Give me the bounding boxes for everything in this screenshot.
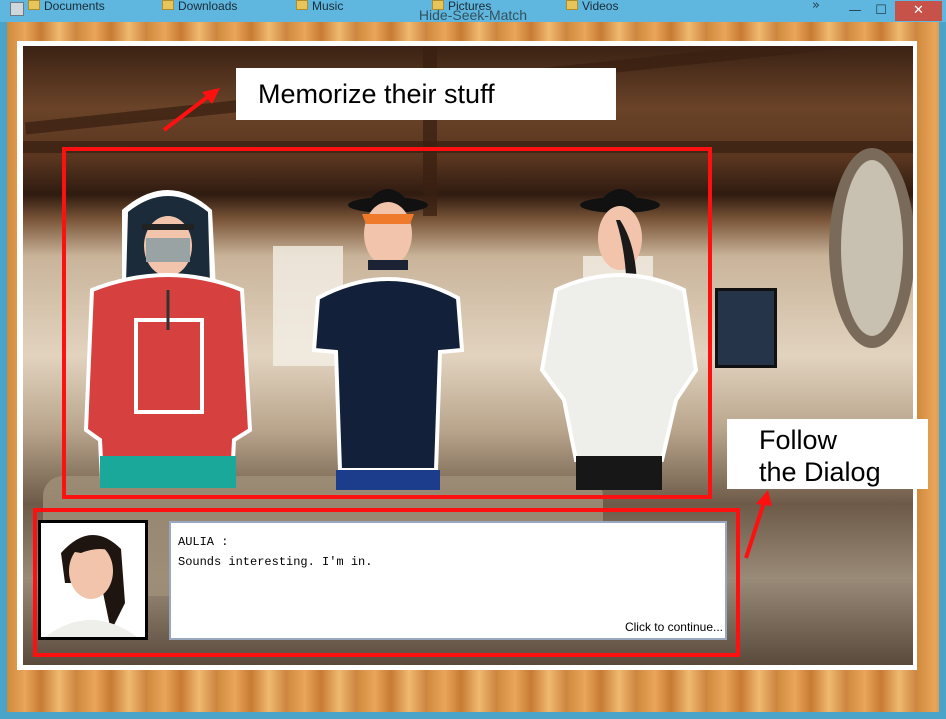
speaker-name: AULIA : bbox=[178, 535, 229, 549]
speaker-portrait bbox=[38, 520, 148, 640]
window-bottom-border bbox=[0, 712, 946, 719]
portrait-avatar bbox=[41, 523, 145, 637]
memorize-label: Memorize their stuff bbox=[236, 68, 616, 120]
minimize-button[interactable]: — bbox=[842, 1, 868, 21]
follow-text-line2: the Dialog bbox=[759, 457, 881, 487]
maximize-button[interactable]: ☐ bbox=[868, 1, 894, 21]
window-title: Hide-Seek-Match bbox=[418, 7, 528, 23]
title-bar: Documents Downloads Music Pictures Video… bbox=[0, 0, 946, 23]
characters-highlight bbox=[62, 147, 712, 499]
dialog-box[interactable]: AULIA : Sounds interesting. I'm in. Clic… bbox=[169, 521, 727, 640]
follow-dialog-label: Follow the Dialog bbox=[727, 419, 928, 489]
round-mirror bbox=[829, 148, 913, 348]
arrow-icon bbox=[744, 490, 772, 559]
arrow-icon bbox=[162, 88, 220, 132]
memorize-text: Memorize their stuff bbox=[258, 79, 495, 109]
close-button[interactable]: ✕ bbox=[895, 1, 942, 21]
tv-screen bbox=[715, 288, 777, 368]
continue-prompt[interactable]: Click to continue... bbox=[625, 620, 723, 634]
dialog-line: Sounds interesting. I'm in. bbox=[178, 555, 373, 569]
follow-text-line1: Follow bbox=[759, 425, 838, 455]
